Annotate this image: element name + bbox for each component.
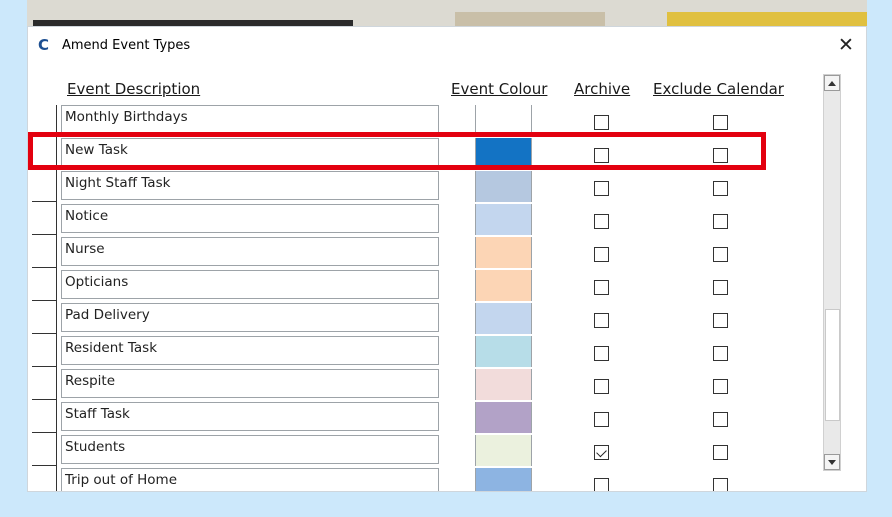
row-divider <box>56 237 57 270</box>
row-divider <box>56 369 57 402</box>
header-event-description: Event Description <box>67 80 201 98</box>
event-description-field[interactable]: Pad Delivery <box>61 303 439 332</box>
event-description-field[interactable]: Respite <box>61 369 439 398</box>
archive-checkbox[interactable] <box>594 379 609 394</box>
exclude-calendar-checkbox[interactable] <box>713 247 728 262</box>
event-colour-swatch[interactable] <box>475 468 532 491</box>
event-colour-swatch[interactable] <box>475 336 532 367</box>
table-row: Night Staff Task <box>28 171 828 204</box>
event-description-field[interactable]: Opticians <box>61 270 439 299</box>
event-description-field[interactable]: Students <box>61 435 439 464</box>
row-selector[interactable] <box>32 466 56 491</box>
archive-checkbox[interactable] <box>594 214 609 229</box>
app-logo-icon: C <box>38 36 50 54</box>
amend-event-types-dialog: C Amend Event Types ✕ Event Description … <box>27 26 867 492</box>
event-description-field[interactable]: Resident Task <box>61 336 439 365</box>
archive-checkbox[interactable] <box>594 445 609 460</box>
exclude-calendar-checkbox[interactable] <box>713 313 728 328</box>
event-colour-swatch[interactable] <box>475 402 532 433</box>
arrow-up-icon <box>828 80 836 86</box>
row-selector[interactable] <box>32 169 56 202</box>
row-selector[interactable] <box>32 268 56 301</box>
header-exclude-calendar: Exclude Calendar <box>653 80 784 98</box>
table-row: Students <box>28 435 828 468</box>
archive-checkbox[interactable] <box>594 478 609 491</box>
exclude-calendar-checkbox[interactable] <box>713 181 728 196</box>
archive-checkbox[interactable] <box>594 247 609 262</box>
archive-checkbox[interactable] <box>594 313 609 328</box>
archive-checkbox[interactable] <box>594 346 609 361</box>
row-divider <box>56 204 57 237</box>
row-divider <box>56 270 57 303</box>
event-colour-swatch[interactable] <box>475 237 532 268</box>
event-colour-swatch[interactable] <box>475 204 532 235</box>
event-colour-swatch[interactable] <box>475 369 532 400</box>
scroll-thumb[interactable] <box>825 309 840 421</box>
table-row: Nurse <box>28 237 828 270</box>
exclude-calendar-checkbox[interactable] <box>713 280 728 295</box>
scroll-down-button[interactable] <box>824 454 840 470</box>
exclude-calendar-checkbox[interactable] <box>713 346 728 361</box>
row-selector[interactable] <box>32 400 56 433</box>
archive-checkbox[interactable] <box>594 181 609 196</box>
table-row: Staff Task <box>28 402 828 435</box>
dialog-title: Amend Event Types <box>62 38 191 53</box>
archive-checkbox[interactable] <box>594 280 609 295</box>
archive-checkbox[interactable] <box>594 412 609 427</box>
row-divider <box>56 402 57 435</box>
close-button[interactable]: ✕ <box>826 27 866 63</box>
event-description-field[interactable]: Notice <box>61 204 439 233</box>
exclude-calendar-checkbox[interactable] <box>713 214 728 229</box>
event-description-field[interactable]: Monthly Birthdays <box>61 105 439 134</box>
title-bar: C Amend Event Types ✕ <box>28 27 866 65</box>
highlight-annotation <box>28 132 766 170</box>
event-description-field[interactable]: Trip out of Home <box>61 468 439 491</box>
table-row: Notice <box>28 204 828 237</box>
exclude-calendar-checkbox[interactable] <box>713 478 728 491</box>
exclude-calendar-checkbox[interactable] <box>713 379 728 394</box>
vertical-scrollbar[interactable] <box>823 74 841 471</box>
arrow-down-icon <box>828 459 836 465</box>
table-row: Trip out of Home <box>28 466 828 491</box>
event-description-field[interactable]: Nurse <box>61 237 439 266</box>
event-colour-swatch[interactable] <box>475 303 532 334</box>
row-divider <box>56 435 57 468</box>
scroll-up-button[interactable] <box>824 75 840 91</box>
background-window-strip <box>27 0 867 26</box>
event-colour-swatch[interactable] <box>475 270 532 301</box>
exclude-calendar-checkbox[interactable] <box>713 115 728 130</box>
row-selector[interactable] <box>32 301 56 334</box>
archive-checkbox[interactable] <box>594 115 609 130</box>
event-description-field[interactable]: Staff Task <box>61 402 439 431</box>
exclude-calendar-checkbox[interactable] <box>713 445 728 460</box>
header-event-colour: Event Colour <box>451 80 548 98</box>
event-colour-swatch[interactable] <box>475 435 532 466</box>
table-row: Pad Delivery <box>28 303 828 336</box>
row-divider <box>56 336 57 369</box>
row-divider <box>56 303 57 336</box>
event-colour-swatch[interactable] <box>475 171 532 202</box>
check-icon <box>596 446 607 458</box>
table-row: Resident Task <box>28 336 828 369</box>
row-divider <box>56 468 57 491</box>
row-selector[interactable] <box>32 235 56 268</box>
row-selector[interactable] <box>32 367 56 400</box>
table-row: Respite <box>28 369 828 402</box>
row-selector[interactable] <box>32 433 56 466</box>
row-divider <box>56 171 57 204</box>
event-description-field[interactable]: Night Staff Task <box>61 171 439 200</box>
close-icon: ✕ <box>838 34 854 56</box>
row-selector[interactable] <box>32 202 56 235</box>
header-archive: Archive <box>574 80 631 98</box>
row-selector[interactable] <box>32 334 56 367</box>
table-row: Opticians <box>28 270 828 303</box>
exclude-calendar-checkbox[interactable] <box>713 412 728 427</box>
